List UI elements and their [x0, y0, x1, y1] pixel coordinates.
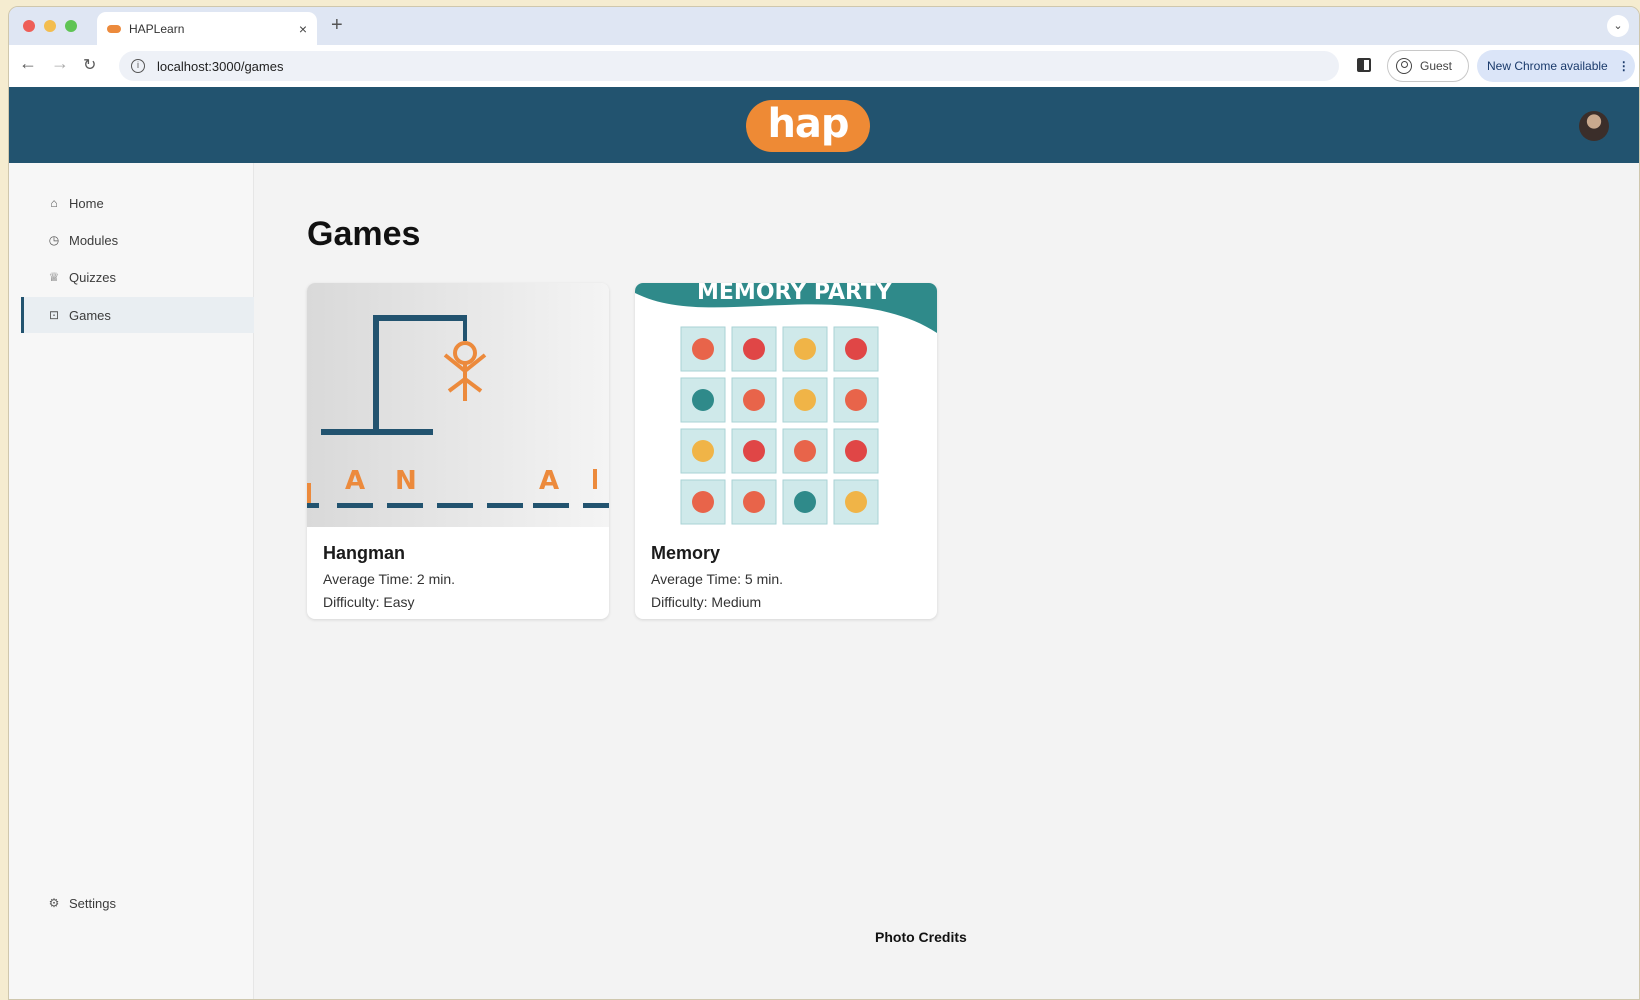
memory-tile-picture [794, 440, 816, 462]
browser-tab[interactable]: HAPLearn × [97, 12, 317, 45]
update-chrome-button[interactable]: New Chrome available ⋮ [1477, 50, 1635, 82]
memory-tile-picture [794, 491, 816, 513]
browser-toolbar: ← → ↻ i localhost:3000/games Guest New C… [9, 45, 1639, 87]
sidebar-item-label: Settings [69, 895, 116, 911]
browser-window: HAPLearn × + ⌄ ← → ↻ i localhost:3000/ga… [8, 6, 1640, 1000]
profile-button[interactable]: Guest [1387, 50, 1469, 82]
address-bar[interactable]: i localhost:3000/games [119, 51, 1339, 81]
memory-tile-picture [743, 338, 765, 360]
memory-tile-picture [794, 389, 816, 411]
game-difficulty: Difficulty: Easy [323, 594, 415, 610]
clock-icon: ◷ [48, 233, 60, 247]
minimize-window-button[interactable] [44, 20, 56, 32]
tab-search-icon[interactable]: ⌄ [1607, 15, 1629, 37]
home-icon: ⌂ [50, 196, 58, 210]
sidebar-item-settings[interactable]: ⚙ Settings [21, 885, 254, 921]
tab-title: HAPLearn [129, 21, 185, 36]
memory-tile-picture [743, 491, 765, 513]
hap-logo[interactable]: hap [746, 100, 870, 152]
memory-tile-picture [794, 338, 816, 360]
reload-icon[interactable]: ↻ [83, 55, 96, 75]
gamepad-icon: ⊡ [48, 308, 60, 322]
side-panel-icon[interactable] [1357, 58, 1371, 72]
app-header: hap [9, 87, 1639, 163]
profile-label: Guest [1420, 59, 1453, 73]
memory-banner-text: MEMORY PARTY [697, 283, 893, 305]
photo-credits-link[interactable]: Photo Credits [875, 929, 967, 945]
memory-tile-picture [845, 440, 867, 462]
zoom-window-button[interactable] [65, 20, 77, 32]
game-card-memory[interactable]: MEMORY PARTY Memory Average Time: 5 min.… [635, 283, 937, 619]
game-avg-time: Average Time: 2 min. [323, 571, 456, 587]
memory-tile-picture [743, 389, 765, 411]
game-card-hangman[interactable]: A N A Hangman Average Time: 2 min. Diffi [307, 283, 609, 619]
svg-text:A: A [345, 466, 365, 496]
blank-lines [307, 503, 609, 508]
sidebar-item-label: Games [69, 307, 111, 323]
sidebar-item-home[interactable]: ⌂ Home [21, 185, 254, 221]
sidebar: ⌂ Home ◷ Modules ♕ Quizzes ⊡ Games ⚙ Set… [9, 163, 254, 999]
forward-icon[interactable]: → [51, 53, 69, 74]
svg-text:N: N [395, 466, 417, 496]
sidebar-item-label: Modules [69, 232, 119, 248]
memory-tile-picture [845, 389, 867, 411]
avatar[interactable] [1579, 111, 1609, 141]
game-difficulty: Difficulty: Medium [651, 594, 762, 610]
site-info-icon[interactable]: i [131, 59, 145, 73]
sidebar-item-games[interactable]: ⊡ Games [21, 297, 254, 333]
memory-tile-picture [845, 491, 867, 513]
memory-image: MEMORY PARTY [635, 283, 937, 527]
memory-tile-picture [692, 440, 714, 462]
svg-text:A: A [539, 466, 559, 496]
profile-icon [1396, 58, 1412, 74]
hangman-image: A N A [307, 283, 609, 527]
update-label: New Chrome available [1487, 59, 1608, 73]
sidebar-item-quizzes[interactable]: ♕ Quizzes [21, 259, 254, 295]
memory-tile-picture [743, 440, 765, 462]
close-tab-icon[interactable]: × [299, 21, 307, 37]
sidebar-item-label: Home [69, 195, 104, 211]
new-tab-button[interactable]: + [331, 14, 343, 37]
memory-tile-picture [692, 338, 714, 360]
page-title: Games [307, 215, 421, 253]
game-name: Hangman [323, 543, 406, 563]
trophy-icon: ♕ [48, 270, 60, 284]
memory-tile-picture [692, 491, 714, 513]
sidebar-item-label: Quizzes [69, 269, 116, 285]
sidebar-item-modules[interactable]: ◷ Modules [21, 222, 254, 258]
memory-tile-picture [845, 338, 867, 360]
menu-icon[interactable]: ⋮ [1618, 59, 1630, 73]
game-name: Memory [651, 543, 721, 563]
gear-icon: ⚙ [48, 896, 60, 910]
tab-strip: HAPLearn × + ⌄ [9, 7, 1639, 45]
window-controls [23, 20, 77, 32]
close-window-button[interactable] [23, 20, 35, 32]
main-content: Games A N A Hangman Average Time: 2 min.… [255, 163, 1639, 999]
url-text: localhost:3000/games [157, 58, 284, 74]
favicon-icon [107, 24, 121, 33]
memory-tile-picture [692, 389, 714, 411]
game-avg-time: Average Time: 5 min. [651, 571, 784, 587]
back-icon[interactable]: ← [19, 53, 37, 74]
